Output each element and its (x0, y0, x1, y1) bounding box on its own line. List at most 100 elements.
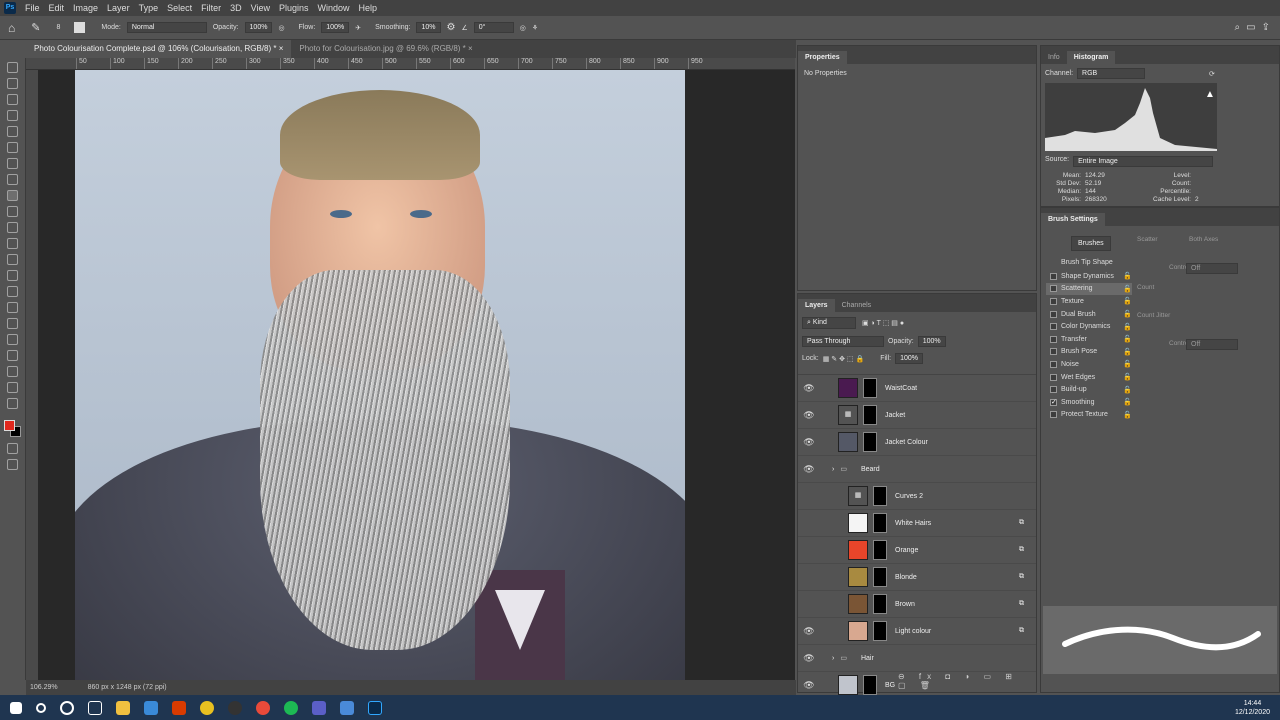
brush-option[interactable]: ✓ Smoothing 🔓 (1046, 396, 1132, 409)
zoom-tool-icon[interactable] (7, 382, 18, 393)
menu-filter[interactable]: Filter (201, 3, 221, 13)
source-select[interactable]: Entire Image (1073, 156, 1214, 167)
share-icon[interactable]: ⇪ (1262, 22, 1270, 33)
lock-icon[interactable]: 🔓 (1123, 398, 1132, 406)
portrait-photo[interactable] (75, 70, 685, 680)
eye-icon[interactable]: 👁 (798, 437, 820, 448)
control-select[interactable]: Off (1186, 263, 1238, 274)
checkbox[interactable] (1050, 411, 1057, 419)
healing-tool-icon[interactable] (7, 174, 18, 185)
lasso-tool-icon[interactable] (7, 94, 18, 105)
brushes-button[interactable]: Brushes (1071, 236, 1111, 251)
lock-icon[interactable]: 🔓 (1123, 348, 1132, 356)
brush-panel-icon[interactable] (74, 22, 86, 33)
color-swatches[interactable] (3, 420, 22, 438)
hand-tool-icon[interactable] (7, 366, 18, 377)
layer-row[interactable]: White Hairs ⧉ (798, 510, 1036, 537)
brush-option[interactable]: Brush Pose 🔓 (1046, 346, 1132, 359)
brush-option[interactable]: Protect Texture 🔓 (1046, 409, 1132, 422)
refresh-icon[interactable]: ⟳ (1209, 70, 1215, 78)
mode-select[interactable]: Normal (126, 22, 207, 33)
lock-icon[interactable]: 🔓 (1123, 411, 1132, 419)
tab-properties[interactable]: Properties (798, 51, 847, 64)
eye-icon[interactable]: 👁 (798, 383, 820, 394)
menu-view[interactable]: View (251, 3, 270, 13)
gear-icon[interactable]: ⚙ (447, 22, 456, 33)
brush-option[interactable]: Noise 🔓 (1046, 358, 1132, 371)
lock-icon[interactable]: 🔓 (1123, 360, 1132, 368)
checkbox[interactable] (1050, 360, 1057, 368)
layer-name[interactable]: Hair (861, 655, 874, 662)
menu-help[interactable]: Help (359, 3, 378, 13)
tab-info[interactable]: Info (1041, 51, 1067, 64)
tab-brush-settings[interactable]: Brush Settings (1041, 213, 1105, 226)
menu-edit[interactable]: Edit (49, 3, 65, 13)
tab-histogram[interactable]: Histogram (1066, 51, 1116, 64)
chevron-icon[interactable]: › (832, 655, 834, 662)
lock-icon[interactable]: 🔓 (1123, 285, 1132, 293)
opacity-input[interactable]: 100% (244, 22, 273, 33)
gradient-tool-icon[interactable] (7, 254, 18, 265)
clock[interactable]: 14:44 12/12/2020 (1235, 699, 1270, 717)
layer-name[interactable]: Light colour (895, 628, 931, 635)
flow-input[interactable]: 100% (321, 22, 350, 33)
brush-tip-shape[interactable]: Brush Tip Shape (1061, 259, 1113, 266)
lock-icon[interactable]: 🔓 (1123, 373, 1132, 381)
checkbox[interactable] (1050, 323, 1057, 331)
layer-row[interactable]: 👁 Jacket Colour (798, 429, 1036, 456)
obs-icon[interactable] (228, 700, 242, 715)
channel-select[interactable]: RGB (1077, 68, 1146, 79)
layer-row[interactable]: Orange ⧉ (798, 537, 1036, 564)
canvas-area[interactable] (38, 70, 795, 680)
tab-photo-for-colourisation[interactable]: Photo for Colourisation.jpg @ 69.6% (RGB… (291, 40, 480, 58)
fill-input[interactable]: 100% (895, 353, 923, 364)
chrome-icon[interactable] (256, 700, 270, 715)
layer-name[interactable]: Jacket Colour (885, 439, 928, 446)
zoom-level[interactable]: 106.29% (30, 684, 58, 691)
tab-channels[interactable]: Channels (835, 299, 879, 312)
dodge-tool-icon[interactable] (7, 286, 18, 297)
lock-icon[interactable]: 🔓 (1123, 323, 1132, 331)
close-icon[interactable]: × (468, 44, 473, 53)
checkbox[interactable] (1050, 373, 1057, 381)
checkbox[interactable] (1050, 386, 1057, 394)
file-explorer-icon[interactable] (116, 700, 130, 715)
history-brush-icon[interactable] (7, 222, 18, 233)
eye-icon[interactable]: 👁 (798, 653, 820, 664)
menu-select[interactable]: Select (167, 3, 192, 13)
airbrush-icon[interactable]: ✈ (355, 24, 361, 32)
smoothing-input[interactable]: 10% (416, 22, 441, 33)
eyedropper-tool-icon[interactable] (7, 158, 18, 169)
stamp-tool-icon[interactable] (7, 206, 18, 217)
layer-name[interactable]: Curves 2 (895, 493, 923, 500)
search-icon[interactable] (36, 702, 46, 713)
quick-mask-icon[interactable] (7, 443, 18, 454)
lock-icon[interactable]: 🔓 (1123, 386, 1132, 394)
teams-icon[interactable] (312, 700, 326, 715)
blend-mode-select[interactable]: Pass Through (802, 336, 884, 347)
lock-icons[interactable]: ▦ ✎ ✥ ⬚ 🔒 (823, 355, 864, 363)
control-select-2[interactable]: Off (1186, 339, 1238, 350)
menu-image[interactable]: Image (73, 3, 98, 13)
mail-icon[interactable] (144, 700, 158, 715)
menu-layer[interactable]: Layer (107, 3, 130, 13)
type-tool-icon[interactable] (7, 318, 18, 329)
filter-kind-select[interactable]: ⌕ Kind (802, 317, 856, 329)
pressure-opacity-icon[interactable]: ◎ (278, 24, 284, 32)
crop-tool-icon[interactable] (7, 126, 18, 137)
brush-tool-icon[interactable]: ✎ (31, 21, 40, 34)
office-icon[interactable] (172, 700, 186, 715)
eye-icon[interactable]: 👁 (798, 680, 820, 691)
screen-mode-icon[interactable] (7, 459, 18, 470)
lock-icon[interactable]: 🔓 (1123, 297, 1132, 305)
menu-file[interactable]: File (25, 3, 40, 13)
menu-type[interactable]: Type (139, 3, 159, 13)
pressure-size-icon[interactable]: ◎ (520, 24, 526, 32)
foreground-color[interactable] (3, 420, 15, 431)
move-tool-icon[interactable] (7, 62, 18, 73)
layer-row[interactable]: 👁 WaistCoat (798, 375, 1036, 402)
chevron-icon[interactable]: › (832, 466, 834, 473)
menu-plugins[interactable]: Plugins (279, 3, 309, 13)
checkbox[interactable] (1050, 348, 1057, 356)
app-icon[interactable] (200, 700, 214, 715)
